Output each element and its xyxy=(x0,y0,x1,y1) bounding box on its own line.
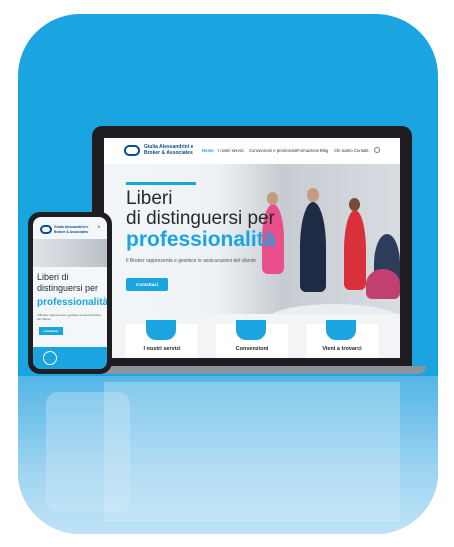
phone-screen: Giulia Alessandrini e Broker & Associate… xyxy=(33,217,107,369)
laptop-reflection xyxy=(104,382,400,522)
laptop-mockup: Giulia Alessandrini e Broker & Associate… xyxy=(92,126,412,370)
person-head xyxy=(349,198,360,211)
logo-text[interactable]: Giulia Alessandrini e Broker & Associate… xyxy=(144,144,194,156)
hero-title-line1: Liberi xyxy=(126,188,173,209)
nav-item-chi-siamo[interactable]: Chi siamo xyxy=(334,148,353,153)
hero-title-line3: professionalità xyxy=(126,228,276,251)
hero-title-line2: distinguersi per xyxy=(37,283,99,293)
hero-subtitle: Il Broker rappresenta e gestisce le assi… xyxy=(126,258,257,264)
person-head xyxy=(307,188,319,202)
service-card[interactable]: Vieni a trovarci xyxy=(306,320,378,358)
person-image xyxy=(344,210,366,290)
euro-icon xyxy=(43,351,57,365)
euro-icon xyxy=(146,320,176,340)
service-label: I nostri servizi xyxy=(143,346,181,352)
building-icon xyxy=(326,320,356,340)
contact-button[interactable]: Contattaci xyxy=(39,327,63,335)
nav-item-blog[interactable]: Blog xyxy=(320,148,328,153)
logo-icon xyxy=(124,145,140,156)
nav-item-formazione[interactable]: Formazione xyxy=(297,148,319,153)
laptop-base xyxy=(74,366,426,374)
hero-subtitle: Il Broker rappresenta e gestisce le assi… xyxy=(37,313,101,321)
nav-item-contatti[interactable]: Contatti xyxy=(354,148,368,153)
hero-accent-line xyxy=(126,182,196,185)
nav-item-convenzioni[interactable]: Convenzioni e promozioni xyxy=(249,148,297,153)
logo-icon xyxy=(40,225,52,234)
hero-image xyxy=(33,239,107,267)
service-label: Vieni a trovarci xyxy=(322,346,362,352)
phone-reflection xyxy=(46,392,130,512)
service-label: Convenzioni xyxy=(235,346,269,352)
contact-button[interactable]: Contattaci xyxy=(126,278,168,291)
hero-title-line1: Liberi di xyxy=(37,272,69,282)
services-row: I nostri servizi Convenzioni Vieni a tro… xyxy=(104,314,400,358)
handshake-icon xyxy=(236,320,266,340)
nav-item-servizi[interactable]: I nostri servizi xyxy=(218,148,244,153)
service-card[interactable]: I nostri servizi xyxy=(126,320,198,358)
search-icon[interactable] xyxy=(374,147,380,153)
background-card: Giulia Alessandrini e Broker & Associate… xyxy=(18,14,438,534)
laptop-screen: Giulia Alessandrini e Broker & Associate… xyxy=(104,138,400,358)
service-card[interactable]: Convenzioni xyxy=(216,320,288,358)
service-card[interactable] xyxy=(33,347,107,369)
top-navigation: Giulia Alessandrini e Broker & Associate… xyxy=(104,138,400,164)
nav-item-home[interactable]: Home xyxy=(202,148,214,153)
logo-text[interactable]: Giulia Alessandrini e Broker & Associate… xyxy=(54,225,94,234)
hero-title-line2: di distinguersi per xyxy=(126,208,275,229)
person-image xyxy=(366,269,400,299)
close-icon[interactable]: × xyxy=(97,225,101,231)
person-head xyxy=(267,192,278,205)
person-image xyxy=(300,202,326,292)
hero-title-line3: professionalità xyxy=(37,297,107,308)
phone-mockup: Giulia Alessandrini e Broker & Associate… xyxy=(28,212,112,374)
